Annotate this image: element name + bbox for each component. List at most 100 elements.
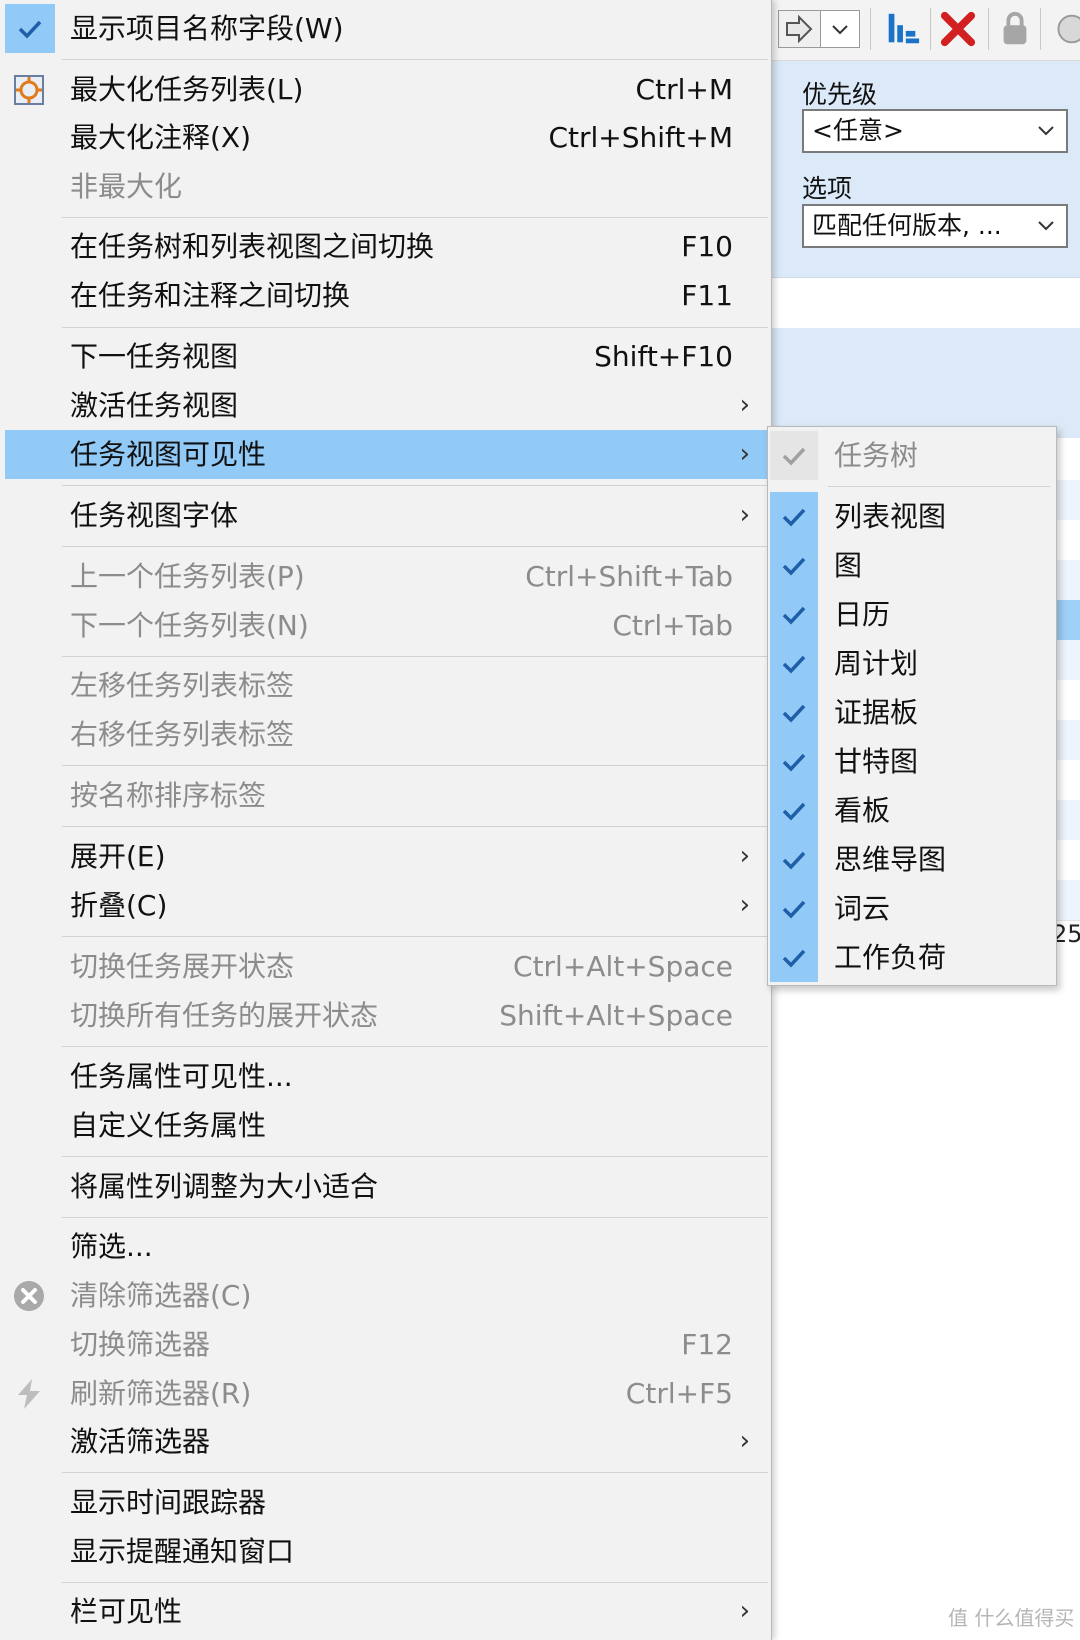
checkmark-box [770, 590, 818, 639]
menu-item-activate-filter[interactable]: 激活筛选器 › [5, 1417, 768, 1466]
submenu-item-gantt-chart[interactable]: 甘特图 [770, 737, 1054, 786]
menu-item-label: 激活任务视图 [70, 389, 239, 422]
sort-tasks-icon[interactable] [882, 10, 922, 48]
submenu-item-kanban[interactable]: 看板 [770, 786, 1054, 835]
menu-item-label: 非最大化 [70, 170, 183, 203]
menu-item-maximize-notes[interactable]: 最大化注释(X) Ctrl+Shift+M [5, 113, 768, 162]
submenu-item-label: 工作负荷 [834, 941, 947, 974]
delete-icon[interactable] [938, 10, 978, 48]
submenu-item-week-planner[interactable]: 周计划 [770, 639, 1054, 688]
options-select[interactable]: 匹配任何版本, ... [802, 204, 1068, 248]
menu-item-label: 切换所有任务的展开状态 [70, 999, 379, 1032]
move-arrow-button[interactable] [778, 10, 820, 48]
submenu-item-label: 证据板 [834, 696, 919, 729]
checkmark-box [770, 688, 818, 737]
menu-item-activate-task-view[interactable]: 激活任务视图 › [5, 381, 768, 430]
checkmark-icon [18, 20, 42, 39]
menu-item-label: 清除筛选器(C) [70, 1279, 252, 1312]
move-arrow-dropdown[interactable] [820, 10, 860, 48]
submenu-item-word-cloud[interactable]: 词云 [770, 884, 1054, 933]
refresh-filter-icon [18, 1379, 40, 1409]
menu-separator [62, 327, 768, 328]
menu-separator [62, 59, 768, 60]
arrow-right-icon [786, 14, 813, 44]
menu-item-task-view-font[interactable]: 任务视图字体 › [5, 491, 768, 540]
watermark: 值 什么值得买 [948, 1606, 1075, 1630]
menu-item-refresh-filter: 刷新筛选器(R) Ctrl+F5 [5, 1369, 768, 1418]
task-view-visibility-submenu: 任务树 列表视图 图 日历 周计划 证据板 甘特图 看板 思维导图 词云 工作负… [767, 426, 1057, 986]
menu-separator [62, 546, 768, 547]
menu-item-label: 栏可见性 [70, 1595, 183, 1628]
submenu-item-label: 图 [834, 549, 863, 582]
menu-item-task-view-visibility[interactable]: 任务视图可见性 › [5, 430, 768, 479]
submenu-item-evidence-board[interactable]: 证据板 [770, 688, 1054, 737]
menu-item-bar-visibility[interactable]: 栏可见性 › [5, 1587, 768, 1636]
submenu-item-mind-map[interactable]: 思维导图 [770, 835, 1054, 884]
menu-item-label: 切换任务展开状态 [70, 950, 295, 983]
menu-item-next-task-list: 下一个任务列表(N) Ctrl+Tab [5, 601, 768, 650]
menu-item-label: 在任务树和列表视图之间切换 [70, 230, 435, 263]
menu-item-label: 显示提醒通知窗口 [70, 1535, 295, 1568]
menu-item-label: 任务视图字体 [70, 499, 239, 532]
menu-item-task-attribute-visibility[interactable]: 任务属性可见性... [5, 1052, 768, 1101]
menu-item-label: 自定义任务属性 [70, 1109, 267, 1142]
view-context-menu: 显示项目名称字段(W) 最大化任务列表(L) Ctrl+M 最大化注释(X) C… [0, 0, 772, 1640]
menu-separator [62, 765, 768, 766]
submenu-item-workload[interactable]: 工作负荷 [770, 933, 1054, 982]
menu-item-label: 筛选... [70, 1230, 153, 1263]
menu-item-show-reminder-window[interactable]: 显示提醒通知窗口 [5, 1527, 768, 1576]
lock-icon[interactable] [998, 10, 1032, 48]
clock-icon[interactable] [1052, 10, 1080, 48]
submenu-item-list-view[interactable]: 列表视图 [770, 492, 1054, 541]
checkmark-icon [782, 802, 806, 821]
menu-item-toggle-tree-list-view[interactable]: 在任务树和列表视图之间切换 F10 [5, 222, 768, 271]
checkmark-icon [782, 655, 806, 674]
menu-separator [62, 1156, 768, 1157]
menu-separator [62, 1046, 768, 1047]
menu-item-show-project-name[interactable]: 显示项目名称字段(W) [5, 4, 768, 53]
submenu-item-graph[interactable]: 图 [770, 541, 1054, 590]
menu-item-toggle-filter: 切换筛选器 F12 [5, 1320, 768, 1369]
submenu-item-label: 词云 [834, 892, 891, 925]
chevron-right-icon: › [739, 439, 750, 469]
menu-item-show-time-tracker[interactable]: 显示时间跟踪器 [5, 1478, 768, 1527]
chevron-right-icon: › [739, 890, 750, 920]
menu-item-sort-tabs-by-name: 按名称排序标签 [5, 771, 768, 820]
maximize-icon [14, 75, 44, 105]
checkmark-icon [782, 704, 806, 723]
menu-item-resize-columns-to-fit[interactable]: 将属性列调整为大小适合 [5, 1162, 768, 1211]
menu-item-label: 最大化任务列表(L) [70, 73, 304, 106]
menu-item-collapse[interactable]: 折叠(C) › [5, 881, 768, 930]
toolbar-separator [1040, 8, 1041, 50]
menu-separator [62, 656, 768, 657]
menu-item-expand[interactable]: 展开(E) › [5, 832, 768, 881]
menu-separator [62, 826, 768, 827]
checkmark-icon [782, 606, 806, 625]
list-header-area [770, 328, 1080, 438]
menu-item-move-tab-right: 右移任务列表标签 [5, 710, 768, 759]
menu-item-shortcut: F10 [681, 230, 733, 263]
checkmark-box [770, 431, 818, 480]
chevron-right-icon: › [739, 841, 750, 871]
menu-item-custom-task-attributes[interactable]: 自定义任务属性 [5, 1101, 768, 1150]
menu-item-label: 最大化注释(X) [70, 121, 252, 154]
menu-item-normal-size: 非最大化 [5, 162, 768, 211]
menu-item-label: 折叠(C) [70, 889, 168, 922]
menu-item-filter[interactable]: 筛选... [5, 1222, 768, 1271]
menu-separator [62, 1217, 768, 1218]
checkmark-box [770, 737, 818, 786]
priority-select[interactable]: <任意> [802, 109, 1068, 153]
menu-item-next-task-view[interactable]: 下一任务视图 Shift+F10 [5, 332, 768, 381]
toolbar-separator [988, 8, 989, 50]
menu-item-maximize-task-list[interactable]: 最大化任务列表(L) Ctrl+M [5, 65, 768, 114]
menu-item-toggle-task-notes[interactable]: 在任务和注释之间切换 F11 [5, 271, 768, 320]
checkmark-icon [782, 447, 806, 466]
checkmark-box [770, 786, 818, 835]
menu-item-shortcut: F11 [681, 279, 733, 312]
submenu-item-label: 列表视图 [834, 500, 947, 533]
menu-item-label: 下一任务视图 [70, 340, 239, 373]
checkmark-icon [782, 508, 806, 527]
menu-item-label: 展开(E) [70, 840, 166, 873]
menu-item-label: 右移任务列表标签 [70, 718, 295, 751]
submenu-item-calendar[interactable]: 日历 [770, 590, 1054, 639]
